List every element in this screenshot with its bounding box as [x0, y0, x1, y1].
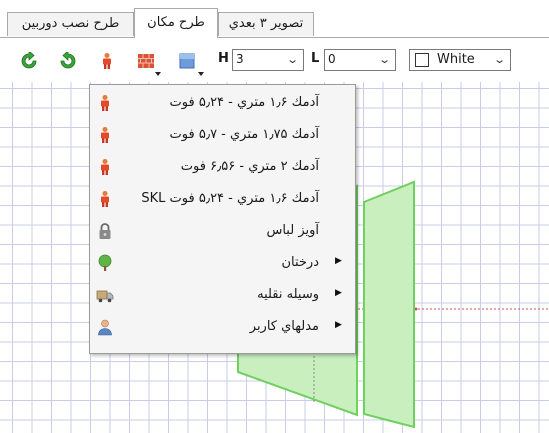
menu-item-trees[interactable]: درختان ▶	[90, 247, 355, 279]
menu-item-clothes-hanger[interactable]: آويز لباس	[90, 215, 355, 247]
submenu-arrow-icon: ▶	[335, 320, 342, 330]
l-combo-value: 0	[328, 52, 336, 66]
tree-icon	[98, 254, 112, 271]
padlock-icon	[99, 223, 111, 239]
refresh-green-alt-icon[interactable]	[59, 52, 77, 70]
submenu-arrow-icon: ▶	[335, 256, 342, 266]
menu-item-label: آدمك ۱٫۶ متري - ۵٫۲۴ فوت SKL	[141, 191, 319, 206]
blue-box-dropdown-caret[interactable]	[198, 72, 204, 76]
menu-item-vehicles[interactable]: وسيله نقليه ▶	[90, 279, 355, 311]
menu-item-label: درختان	[281, 255, 319, 270]
l-label: L	[311, 51, 320, 66]
human-figure-icon	[101, 127, 109, 143]
chevron-down-icon: ⌄	[377, 53, 391, 66]
color-combo-value: White	[437, 52, 475, 67]
tab-place-layout[interactable]: طرح مكان	[134, 8, 218, 38]
menu-item-label: آويز لباس	[266, 223, 319, 238]
menu-item-human-skl[interactable]: آدمك ۱٫۶ متري - ۵٫۲۴ فوت SKL	[90, 183, 355, 215]
menu-item-label: وسيله نقليه	[257, 287, 319, 302]
menu-item-label: مدلهاي كاربر	[249, 319, 319, 334]
l-combo[interactable]: 0 ⌄	[324, 49, 396, 71]
menu-item-label: آدمك ۲ متري - ۶٫۵۶ فوت	[180, 159, 319, 174]
human-figure-icon	[101, 191, 109, 207]
h-combo[interactable]: 3 ⌄	[232, 49, 304, 71]
menu-item-label: آدمك ۱٫۶ متري - ۵٫۲۴ فوت	[169, 95, 319, 110]
blue-box-icon[interactable]	[178, 52, 196, 70]
green-panel-shape[interactable]	[363, 180, 415, 429]
chevron-down-icon: ⌄	[492, 53, 506, 66]
color-combo[interactable]: White ⌄	[409, 49, 511, 71]
truck-icon	[96, 290, 114, 303]
menu-item-human-160[interactable]: آدمك ۱٫۶ متري - ۵٫۲۴ فوت	[90, 87, 355, 119]
human-figure-icon	[101, 159, 109, 175]
color-swatch	[415, 53, 429, 67]
tab-camera-layout[interactable]: طرح نصب دوربين	[7, 12, 134, 36]
brick-wall-icon[interactable]	[137, 52, 155, 70]
h-label: H	[218, 51, 229, 66]
menu-item-human-200[interactable]: آدمك ۲ متري - ۶٫۵۶ فوت	[90, 151, 355, 183]
menu-item-human-175[interactable]: آدمك ۱٫۷۵ متري - ۵٫۷ فوت	[90, 119, 355, 151]
menu-item-label: آدمك ۱٫۷۵ متري - ۵٫۷ فوت	[169, 127, 319, 142]
chevron-down-icon: ⌄	[285, 53, 299, 66]
human-figure-icon[interactable]	[98, 52, 116, 70]
refresh-green-icon[interactable]	[20, 52, 38, 70]
submenu-arrow-icon: ▶	[335, 288, 342, 298]
user-icon	[98, 319, 112, 336]
add-object-menu: آدمك ۱٫۶ متري - ۵٫۲۴ فوت آدمك ۱٫۷۵ متري …	[89, 84, 356, 354]
tab-3d-view[interactable]: تصوير ۳ بعدي	[218, 12, 314, 36]
h-combo-value: 3	[236, 52, 244, 66]
menu-item-user-models[interactable]: مدلهاي كاربر ▶	[90, 311, 355, 343]
toolbar: H 3 ⌄ L 0 ⌄ White ⌄	[0, 38, 549, 82]
brick-wall-dropdown-caret[interactable]	[155, 72, 161, 76]
tab-bar: طرح نصب دوربين طرح مكان تصوير ۳ بعدي	[0, 0, 549, 38]
human-figure-icon	[101, 95, 109, 111]
